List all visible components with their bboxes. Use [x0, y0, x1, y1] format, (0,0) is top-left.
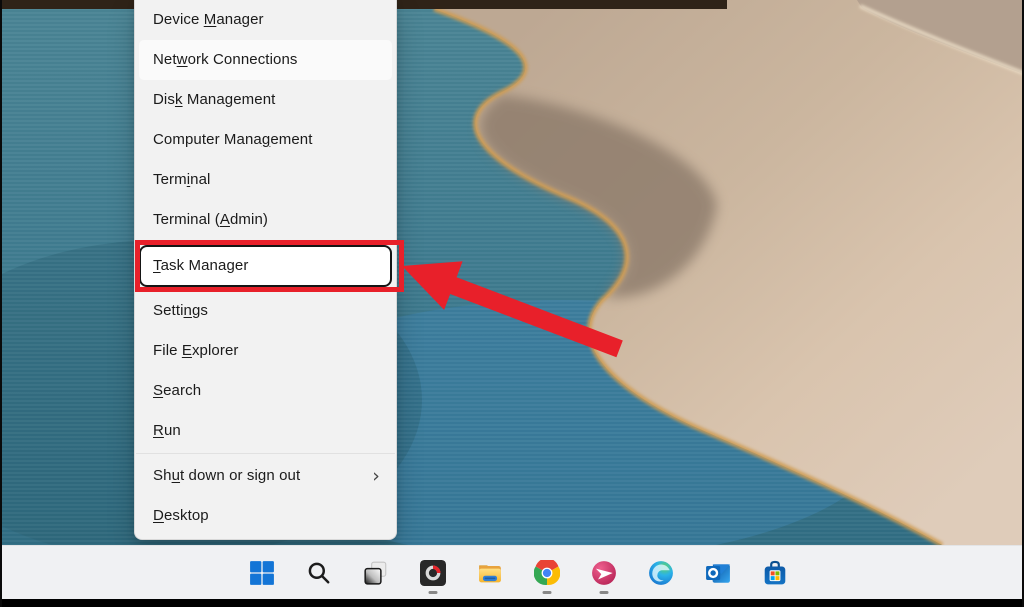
- menu-item-label: Disk Management: [153, 91, 276, 108]
- menu-item-file-explorer[interactable]: File Explorer: [135, 331, 396, 371]
- menu-item-network-connections[interactable]: Network Connections: [139, 40, 392, 80]
- dark-ring-app-icon: [420, 560, 446, 586]
- folder-icon: [477, 560, 503, 586]
- taskbar-edge-button[interactable]: [641, 551, 681, 595]
- running-indicator: [542, 591, 552, 594]
- menu-item-label: Computer Management: [153, 131, 313, 148]
- task-view-icon: [363, 560, 389, 586]
- desktop: Device Manager Network Connections Disk Ma…: [0, 0, 1024, 607]
- taskbar-microsoft-store-button[interactable]: [755, 551, 795, 595]
- menu-item-terminal[interactable]: Terminal: [135, 160, 396, 200]
- screenshot-bottom-border: [2, 599, 1022, 607]
- search-icon: [306, 560, 332, 586]
- chevron-right-icon: ›: [372, 465, 380, 487]
- menu-item-search[interactable]: Search: [135, 371, 396, 411]
- menu-item-desktop[interactable]: Desktop: [135, 496, 396, 536]
- menu-item-disk-management[interactable]: Disk Management: [135, 80, 396, 120]
- running-indicator: [599, 591, 609, 594]
- pink-feather-app-icon: [591, 560, 617, 586]
- context-menu: Device Manager Network Connections Disk Ma…: [134, 0, 404, 540]
- menu-item-label: Shut down or sign out: [153, 467, 301, 484]
- taskbar-chrome-button[interactable]: [527, 551, 567, 595]
- menu-item-label: File Explorer: [153, 342, 239, 359]
- taskbar: [2, 545, 1022, 600]
- taskbar-file-explorer-button[interactable]: [470, 551, 510, 595]
- running-indicator: [428, 591, 438, 594]
- menu-item-settings[interactable]: Settings: [135, 291, 396, 331]
- menu-item-label: Run: [153, 422, 181, 439]
- taskbar-skitch-button[interactable]: [584, 551, 624, 595]
- menu-item-computer-management[interactable]: Computer Management: [135, 120, 396, 160]
- taskbar-task-view-button[interactable]: [356, 551, 396, 595]
- menu-item-label: Settings: [153, 302, 209, 319]
- menu-item-label: Terminal: [153, 171, 211, 188]
- windows-logo-icon: [249, 560, 275, 586]
- menu-item-device-manager[interactable]: Device Manager: [135, 0, 396, 40]
- menu-item-label: Desktop: [153, 507, 209, 524]
- menu-item-label: Device Manager: [153, 11, 264, 28]
- taskbar-outlook-button[interactable]: [698, 551, 738, 595]
- taskbar-start-button[interactable]: [242, 551, 282, 595]
- menu-item-task-manager[interactable]: Task Manager: [135, 240, 404, 292]
- menu-item-label: Task Manager: [153, 257, 249, 274]
- menu-item-label: Terminal (Admin): [153, 211, 268, 228]
- menu-item-label: Network Connections: [153, 51, 298, 68]
- menu-item-label: Search: [153, 382, 202, 399]
- menu-item-run[interactable]: Run: [135, 411, 396, 451]
- edge-icon: [648, 560, 674, 586]
- outlook-icon: [705, 560, 731, 586]
- menu-item-shut-down-or-sign-out[interactable]: Shut down or sign out ›: [135, 456, 396, 496]
- taskbar-recorder-app-button[interactable]: [413, 551, 453, 595]
- menu-item-terminal-admin[interactable]: Terminal (Admin): [135, 200, 396, 240]
- chrome-icon: [534, 560, 560, 586]
- taskbar-search-button[interactable]: [299, 551, 339, 595]
- store-icon: [762, 560, 788, 586]
